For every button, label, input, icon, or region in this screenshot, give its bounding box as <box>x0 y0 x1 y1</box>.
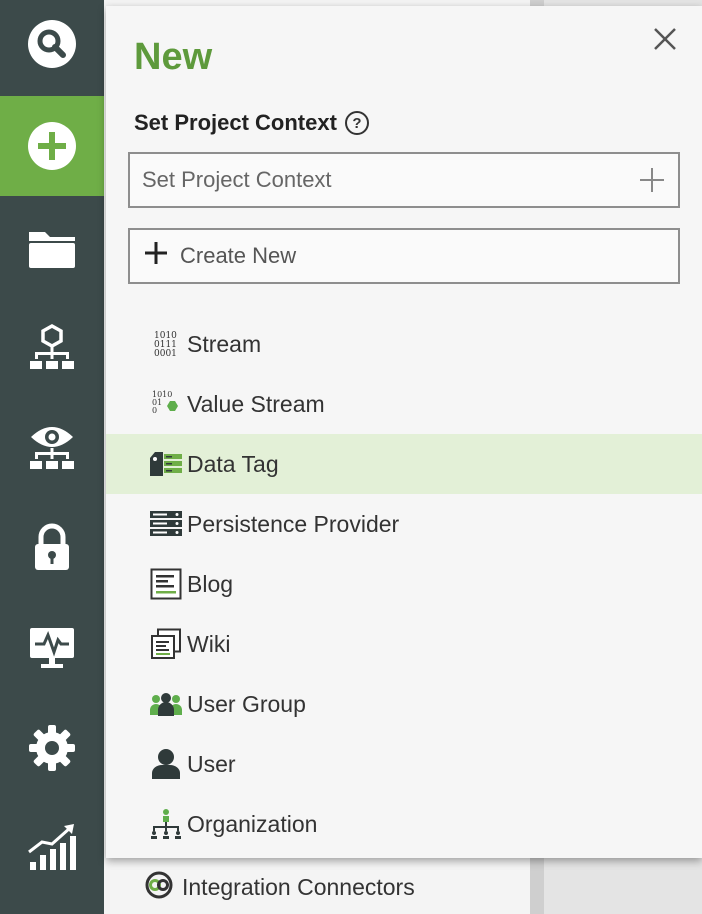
user-icon <box>148 746 184 782</box>
menu-item-label: Stream <box>187 330 262 357</box>
monitor-pulse-icon <box>27 625 77 671</box>
project-context-label: Set Project Context <box>134 110 337 135</box>
search-icon <box>27 19 77 69</box>
menu-item-label: Persistence Provider <box>187 510 400 537</box>
menu-item-value-stream[interactable]: 1010 01 0 Value Stream <box>106 374 702 434</box>
project-context-input[interactable]: Set Project Context <box>128 152 680 208</box>
sidebar-item-analytics[interactable] <box>0 798 104 898</box>
menu-item-stream[interactable]: 1010 0111 0001 Stream <box>106 314 702 374</box>
sidebar-item-new[interactable] <box>0 96 104 196</box>
sidebar-item-observe[interactable] <box>0 398 104 498</box>
data-tag-icon <box>148 446 184 482</box>
hexagon-tree-icon <box>27 323 77 373</box>
sidebar-item-security[interactable] <box>0 498 104 598</box>
user-group-icon <box>148 686 184 722</box>
svg-text:0: 0 <box>152 406 157 415</box>
project-context-header: Set Project Context ? <box>134 110 369 136</box>
sidebar-item-monitor[interactable] <box>0 598 104 698</box>
menu-item-blog[interactable]: Blog <box>106 554 702 614</box>
create-new-label: Create New <box>180 243 297 268</box>
menu-item-wiki[interactable]: Wiki <box>106 614 702 674</box>
wiki-pages-icon <box>148 626 184 662</box>
plus-icon <box>144 241 180 271</box>
menu-item-data-tag[interactable]: Data Tag <box>106 434 702 494</box>
new-panel: New Set Project Context ? Set Project Co… <box>106 6 702 858</box>
menu-item-persistence-provider[interactable]: Persistence Provider <box>106 494 702 554</box>
gear-icon <box>27 723 77 773</box>
close-icon <box>650 28 680 58</box>
integration-connector-icon <box>144 870 174 905</box>
create-new-button[interactable]: Create New <box>128 228 680 284</box>
server-rack-icon <box>148 506 184 542</box>
add-context-icon[interactable] <box>638 166 666 194</box>
close-button[interactable] <box>650 24 680 54</box>
app-window: Integration Connectors New Set Project C… <box>0 0 702 914</box>
new-item-menu: 1010 0111 0001 Stream 1010 01 0 Value St… <box>106 314 702 854</box>
sidebar-item-projects[interactable] <box>0 198 104 298</box>
menu-item-label: Data Tag <box>187 450 279 477</box>
background-list-item[interactable]: Integration Connectors <box>104 860 530 914</box>
menu-item-organization[interactable]: Organization <box>106 794 702 854</box>
eye-tree-icon <box>27 423 77 473</box>
sidebar-item-search[interactable] <box>0 0 104 94</box>
sidebar-item-settings[interactable] <box>0 698 104 798</box>
value-stream-icon: 1010 01 0 <box>148 386 184 422</box>
menu-item-label: Value Stream <box>187 390 325 417</box>
menu-item-label: User <box>187 750 236 777</box>
svg-text:0001: 0001 <box>154 349 177 359</box>
sidebar-item-hierarchy[interactable] <box>0 298 104 398</box>
stream-binary-icon: 1010 0111 0001 <box>148 326 184 362</box>
menu-item-user-group[interactable]: User Group <box>106 674 702 734</box>
blog-document-icon <box>148 566 184 602</box>
project-context-placeholder: Set Project Context <box>142 167 332 192</box>
menu-item-label: Blog <box>187 570 234 597</box>
panel-title: New <box>134 36 213 78</box>
folder-icon <box>27 226 77 270</box>
menu-item-label: Organization <box>187 810 318 837</box>
menu-item-label: User Group <box>187 690 306 717</box>
menu-item-label: Wiki <box>187 630 231 657</box>
chart-trend-icon <box>26 822 78 874</box>
integration-connectors-label: Integration Connectors <box>182 873 415 900</box>
organization-icon <box>148 806 184 842</box>
help-icon[interactable]: ? <box>344 111 369 135</box>
sidebar <box>0 0 104 914</box>
menu-item-user[interactable]: User <box>106 734 702 794</box>
plus-circle-icon <box>27 121 77 171</box>
lock-icon <box>30 523 74 573</box>
